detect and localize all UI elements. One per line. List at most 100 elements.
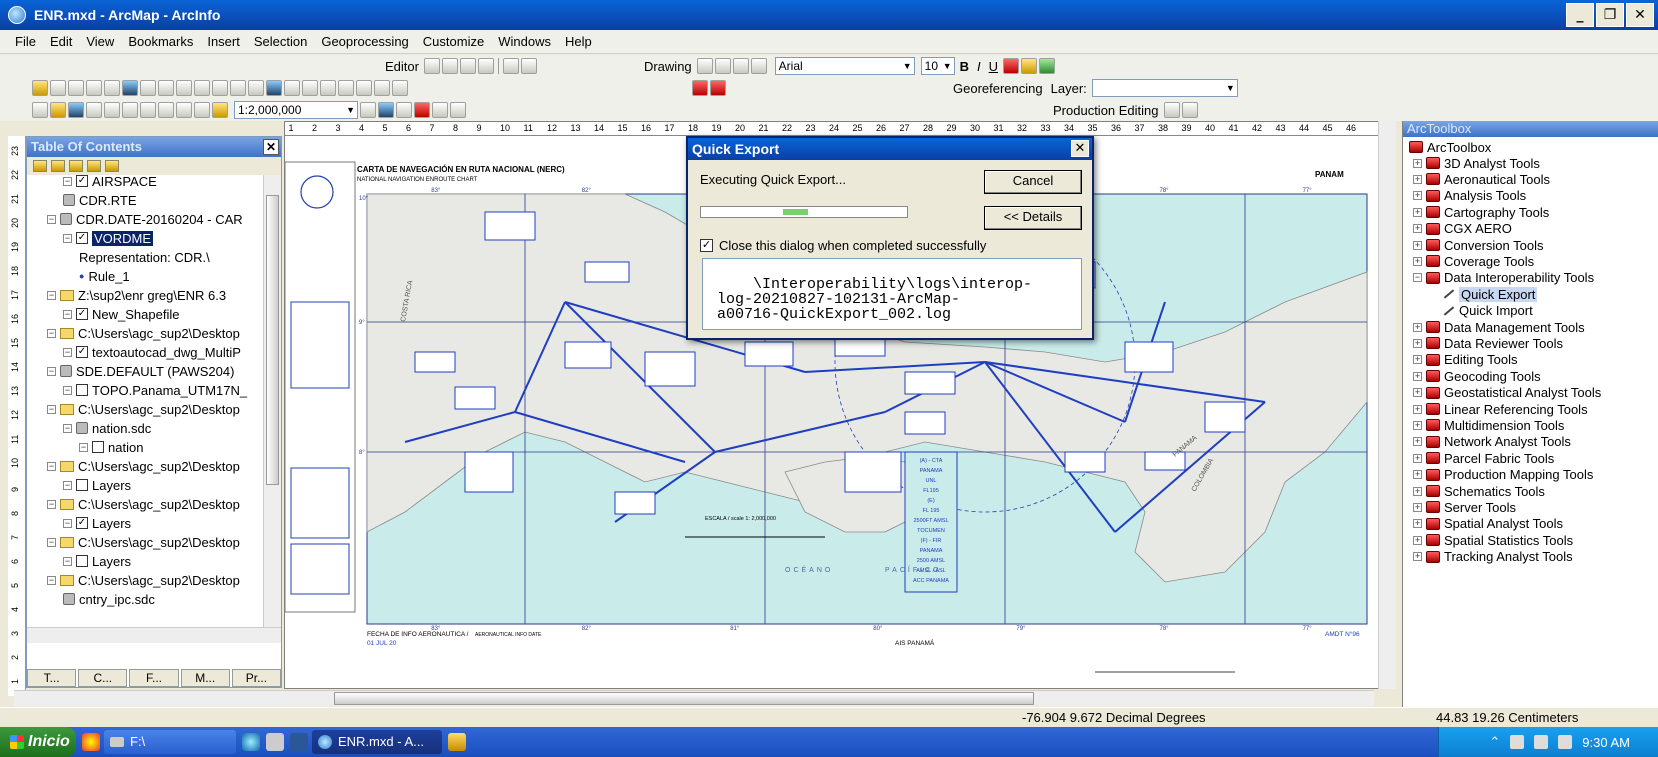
production-tools-2-icon[interactable] — [710, 80, 726, 96]
internet-explorer-icon[interactable] — [242, 733, 260, 751]
table-of-contents-icon[interactable] — [378, 102, 394, 118]
close-on-complete-option[interactable]: ✓ Close this dialog when completed succe… — [700, 238, 986, 253]
toc-vertical-scrollbar[interactable] — [263, 175, 281, 627]
identify-icon[interactable] — [266, 80, 282, 96]
new-document-icon[interactable] — [32, 102, 48, 118]
expand-icon[interactable]: + — [1413, 158, 1422, 168]
layer-visibility-checkbox[interactable]: ✓ — [76, 346, 88, 358]
expand-icon[interactable]: + — [1413, 224, 1422, 234]
volume-icon[interactable] — [1510, 735, 1525, 749]
clear-selection-icon[interactable] — [230, 80, 246, 96]
toolbox-item[interactable]: +3D Analyst Tools — [1413, 155, 1540, 171]
expand-icon[interactable]: + — [1413, 174, 1422, 184]
rectangle-icon[interactable] — [732, 58, 749, 74]
toolbox-item[interactable]: + Spatial Analyst Tools — [1413, 516, 1563, 532]
expand-icon[interactable]: + — [1413, 207, 1422, 217]
redo-icon[interactable] — [194, 102, 210, 118]
toolbox-item[interactable]: + Data Reviewer Tools — [1413, 335, 1563, 351]
toc-item[interactable]: − ✓ Layers — [63, 515, 131, 531]
font-color-icon[interactable] — [1003, 58, 1020, 74]
list-by-drawing-order-icon[interactable] — [33, 160, 47, 172]
collapse-icon[interactable]: − — [47, 537, 56, 547]
chrome-icon[interactable] — [82, 733, 100, 751]
dialog-close-button[interactable]: ✕ — [1071, 140, 1089, 157]
collapse-icon[interactable]: − — [47, 499, 56, 509]
toc-item[interactable]: ● Rule_1 — [79, 268, 130, 284]
taskbar-item-arcmap[interactable]: ENR.mxd - A... — [312, 730, 442, 754]
expand-icon[interactable]: + — [1413, 240, 1422, 250]
back-extent-icon[interactable] — [176, 80, 192, 96]
menu-view[interactable]: View — [79, 34, 121, 49]
find-icon[interactable] — [338, 80, 354, 96]
expand-icon[interactable]: + — [1413, 322, 1422, 332]
sketch-tool-icon[interactable] — [441, 58, 458, 74]
font-size-select[interactable]: 10 — [920, 57, 955, 75]
toc-tab[interactable]: M... — [180, 669, 230, 687]
toolbox-item[interactable]: + CGX AERO — [1413, 221, 1512, 237]
menu-windows[interactable]: Windows — [491, 34, 558, 49]
toolbox-item[interactable]: + Spatial Statistics Tools — [1413, 532, 1573, 548]
log-scrollbar[interactable] — [1081, 259, 1082, 329]
layer-visibility-checkbox[interactable] — [92, 441, 104, 453]
toc-close-button[interactable]: ✕ — [263, 139, 279, 155]
save-icon[interactable] — [68, 102, 84, 118]
expand-icon[interactable]: + — [1413, 256, 1422, 266]
toc-item[interactable]: − C:\Users\agc_sup2\Desktop — [47, 401, 240, 417]
toc-item[interactable]: − C:\Users\agc_sup2\Desktop — [47, 325, 240, 341]
fixed-zoom-out-icon[interactable] — [158, 80, 174, 96]
editor-toolbar-2-icon[interactable] — [360, 102, 376, 118]
toolbox-item[interactable]: + Geocoding Tools — [1413, 368, 1541, 384]
arctoolbox-icon[interactable] — [414, 102, 430, 118]
straight-segment-icon[interactable] — [459, 58, 476, 74]
collapse-icon[interactable]: − — [63, 385, 72, 395]
collapse-icon[interactable]: − — [63, 233, 72, 243]
expand-icon[interactable]: + — [1413, 388, 1422, 398]
print-icon[interactable] — [86, 102, 102, 118]
toolbox-item[interactable]: + Geostatistical Analyst Tools — [1413, 385, 1601, 401]
zoom-in-icon[interactable] — [68, 80, 84, 96]
cancel-button[interactable]: Cancel — [984, 170, 1082, 194]
forward-extent-icon[interactable] — [194, 80, 210, 96]
italic-button[interactable]: I — [974, 59, 984, 74]
update-icon[interactable] — [1558, 735, 1573, 749]
menu-file[interactable]: File — [8, 34, 43, 49]
layer-select[interactable] — [1091, 79, 1238, 97]
text-icon[interactable] — [750, 58, 767, 74]
toolbox-item[interactable]: + Coverage Tools — [1413, 253, 1534, 269]
expand-icon[interactable]: + — [1413, 371, 1422, 381]
production-edit-icon[interactable] — [1163, 102, 1180, 118]
collapse-icon[interactable]: − — [47, 214, 56, 224]
editor-toolbar-icon[interactable] — [50, 80, 66, 96]
collapse-icon[interactable]: − — [79, 442, 88, 452]
layer-visibility-checkbox[interactable]: ✓ — [76, 232, 88, 244]
layer-visibility-checkbox[interactable] — [76, 555, 88, 567]
toolbox-item[interactable]: + Schematics Tools — [1413, 483, 1545, 499]
menu-customize[interactable]: Customize — [416, 34, 491, 49]
expand-icon[interactable]: + — [1413, 486, 1422, 496]
collapse-icon[interactable]: − — [63, 480, 72, 490]
toolbox-item[interactable]: + Conversion Tools — [1413, 237, 1543, 253]
toolbox-item[interactable]: + Linear Referencing Tools — [1413, 401, 1588, 417]
taskbar-item-explorer[interactable]: F:\ — [104, 730, 236, 754]
menu-help[interactable]: Help — [558, 34, 599, 49]
expand-icon[interactable]: + — [1413, 191, 1422, 201]
undo-icon[interactable] — [176, 102, 192, 118]
collapse-icon[interactable]: − — [63, 309, 72, 319]
bold-button[interactable]: B — [957, 59, 972, 74]
layer-visibility-checkbox[interactable]: ✓ — [76, 308, 88, 320]
close-button[interactable]: ✕ — [1626, 3, 1654, 27]
open-icon[interactable] — [50, 102, 66, 118]
full-extent-icon[interactable] — [122, 80, 138, 96]
toc-options-icon[interactable] — [105, 160, 119, 172]
goto-xy-icon[interactable] — [374, 80, 390, 96]
toolbox-item[interactable]: + Network Analyst Tools — [1413, 434, 1571, 450]
toc-item[interactable]: − SDE.DEFAULT (PAWS204) — [47, 363, 234, 379]
rotate-icon[interactable] — [714, 58, 731, 74]
details-button[interactable]: << Details — [984, 206, 1082, 230]
toolbox-item[interactable]: + Cartography Tools — [1413, 204, 1549, 220]
font-name-select[interactable]: Arial — [774, 57, 915, 75]
production-edit-2-icon[interactable] — [1181, 102, 1198, 118]
catalog-window-icon[interactable] — [396, 102, 412, 118]
map-vertical-scrollbar[interactable] — [1378, 121, 1396, 689]
georeferencing-menu[interactable]: Georeferencing — [950, 81, 1046, 96]
